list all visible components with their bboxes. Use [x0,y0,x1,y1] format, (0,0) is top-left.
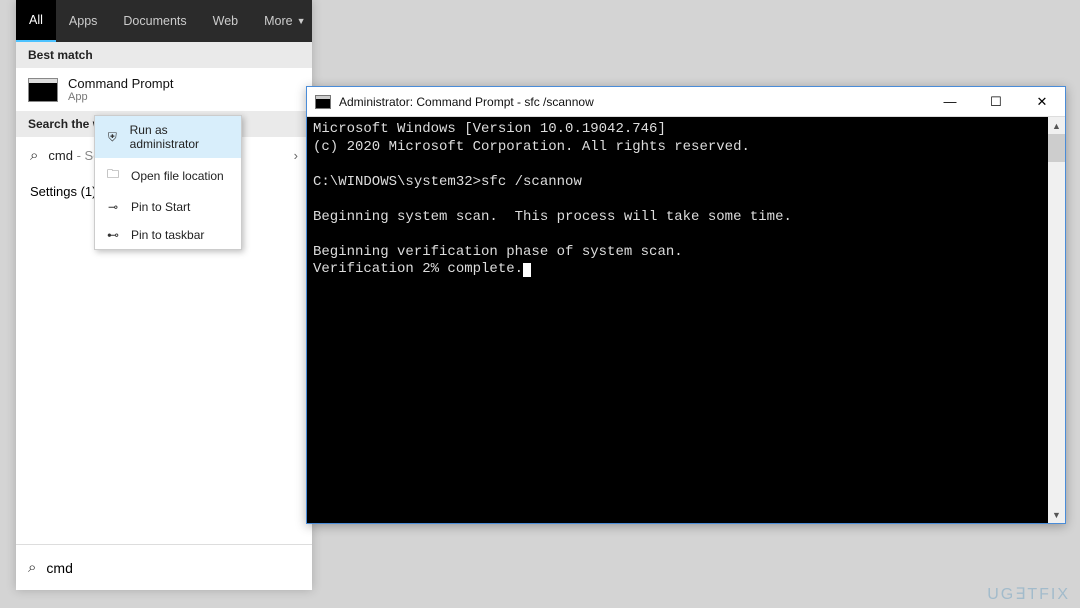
ctx-pin-to-start[interactable]: ⊸ Pin to Start [95,193,241,221]
chevron-right-icon: › [294,148,298,163]
ctx-label: Run as administrator [130,123,231,151]
ctx-run-as-admin[interactable]: ⛨ Run as administrator [95,116,241,158]
pin-taskbar-icon: ⊷ [105,228,121,242]
minimize-button[interactable]: — [927,87,973,117]
term-line: Microsoft Windows [Version 10.0.19042.74… [313,121,666,137]
cmd-title-icon [315,95,331,109]
ctx-label: Pin to Start [131,200,190,214]
ctx-label: Open file location [131,169,224,183]
ctx-label: Pin to taskbar [131,228,204,242]
admin-shield-icon: ⛨ [105,130,120,145]
watermark: UG∃TFIX [987,584,1070,604]
web-query: cmd [48,148,73,163]
term-line: Beginning system scan. This process will… [313,209,792,225]
term-line: (c) 2020 Microsoft Corporation. All righ… [313,139,750,155]
ctx-pin-to-taskbar[interactable]: ⊷ Pin to taskbar [95,221,241,249]
folder-icon: 🗀 [105,165,121,186]
tab-apps[interactable]: Apps [56,0,111,42]
best-match-header: Best match [16,42,312,68]
maximize-button[interactable]: ☐ [973,87,1019,117]
search-input[interactable] [46,560,300,576]
tab-documents[interactable]: Documents [110,0,199,42]
search-icon: ⌕ [28,559,36,576]
search-icon: ⌕ [30,147,38,164]
terminal-output[interactable]: Microsoft Windows [Version 10.0.19042.74… [307,117,1065,523]
command-prompt-window: Administrator: Command Prompt - sfc /sca… [306,86,1066,524]
result-command-prompt[interactable]: Command Prompt App [16,68,312,111]
term-line: Verification 2% complete. [313,261,523,277]
pin-start-icon: ⊸ [105,200,121,214]
tab-more-label: More [264,14,292,28]
result-subtitle: App [68,91,173,103]
tab-web[interactable]: Web [200,0,251,42]
term-line: C:\WINDOWS\system32>sfc /scannow [313,174,582,190]
term-line: Beginning verification phase of system s… [313,244,683,260]
command-prompt-icon [28,78,58,102]
context-menu: ⛨ Run as administrator 🗀 Open file locat… [94,115,242,250]
close-button[interactable]: ✕ [1019,87,1065,117]
titlebar[interactable]: Administrator: Command Prompt - sfc /sca… [307,87,1065,117]
search-box[interactable]: ⌕ [16,544,312,590]
ctx-open-file-location[interactable]: 🗀 Open file location [95,158,241,193]
scroll-up-arrow[interactable]: ▲ [1048,117,1065,134]
tab-more[interactable]: More ▼ [251,0,318,42]
scroll-thumb[interactable] [1048,134,1065,162]
tab-all[interactable]: All [16,0,56,42]
search-tabs: All Apps Documents Web More ▼ [16,0,312,42]
scroll-down-arrow[interactable]: ▼ [1048,506,1065,523]
window-title: Administrator: Command Prompt - sfc /sca… [339,95,927,109]
scrollbar[interactable] [1048,117,1065,523]
result-title: Command Prompt [68,76,173,91]
chevron-down-icon: ▼ [297,16,306,26]
cursor [523,263,531,277]
start-search-panel: All Apps Documents Web More ▼ Best match… [16,0,312,590]
